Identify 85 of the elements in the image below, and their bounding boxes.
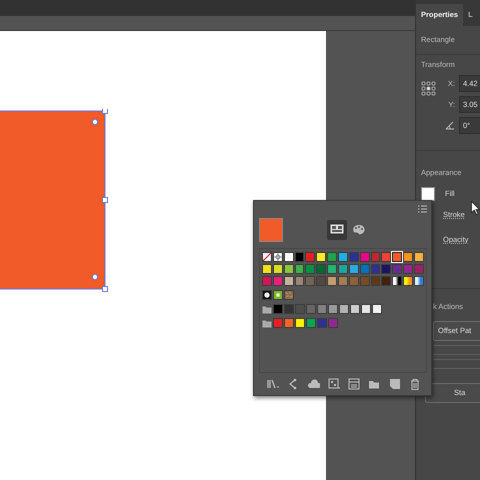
color-swatch[interactable] — [361, 304, 371, 314]
color-swatch[interactable] — [381, 276, 392, 286]
trash-icon[interactable] — [408, 378, 421, 390]
color-swatch[interactable] — [339, 304, 349, 314]
color-swatch[interactable] — [403, 252, 414, 262]
color-swatch[interactable] — [294, 264, 304, 274]
panel-menu-icon[interactable] — [418, 205, 427, 213]
color-swatch[interactable] — [284, 304, 294, 314]
color-swatch[interactable] — [284, 276, 294, 286]
color-swatch[interactable] — [327, 264, 338, 274]
color-swatch[interactable] — [295, 318, 305, 328]
color-swatch[interactable] — [414, 252, 424, 262]
color-swatch[interactable] — [350, 304, 360, 314]
color-swatch[interactable] — [316, 252, 326, 262]
color-swatch[interactable] — [316, 276, 326, 286]
color-swatch[interactable] — [305, 276, 316, 286]
pattern-swatch[interactable] — [284, 290, 294, 300]
color-swatch[interactable] — [317, 304, 327, 314]
pattern-swatch[interactable] — [262, 290, 272, 300]
color-swatch[interactable] — [328, 304, 338, 314]
gradient-swatch[interactable] — [392, 276, 402, 286]
library-icon[interactable] — [267, 378, 279, 390]
selection-handle[interactable] — [102, 286, 108, 292]
color-swatch[interactable] — [381, 252, 392, 262]
color-swatch[interactable] — [348, 252, 359, 262]
grid-icon — [330, 224, 344, 236]
color-swatch[interactable] — [360, 264, 370, 274]
color-swatch[interactable] — [370, 264, 380, 274]
selection-handle[interactable] — [102, 109, 108, 114]
selection-handle[interactable] — [102, 197, 108, 203]
cursor-icon — [471, 201, 480, 215]
color-swatch[interactable] — [403, 264, 414, 274]
color-swatch[interactable] — [262, 276, 272, 286]
color-swatch[interactable] — [284, 264, 294, 274]
pattern-swatch[interactable] — [273, 290, 283, 300]
color-swatch[interactable] — [284, 318, 294, 328]
color-swatch[interactable] — [338, 264, 348, 274]
grid-view-button[interactable] — [327, 220, 347, 240]
color-swatch[interactable] — [284, 252, 294, 262]
color-swatch[interactable] — [328, 318, 338, 328]
color-swatch[interactable] — [306, 318, 316, 328]
reference-point-icon[interactable] — [421, 81, 437, 97]
color-swatch[interactable] — [272, 276, 283, 286]
color-swatch[interactable] — [273, 304, 283, 314]
color-swatch[interactable] — [414, 264, 424, 274]
none-swatch[interactable] — [262, 252, 272, 262]
color-swatch[interactable] — [338, 276, 348, 286]
cloud-icon[interactable] — [308, 378, 320, 390]
color-swatch[interactable] — [348, 264, 359, 274]
corner-radius-handle[interactable] — [92, 274, 98, 280]
color-swatch[interactable] — [392, 252, 402, 262]
color-swatch[interactable] — [392, 264, 402, 274]
color-swatch[interactable] — [272, 264, 283, 274]
color-swatch[interactable] — [348, 276, 359, 286]
registration-swatch[interactable] — [272, 252, 283, 262]
color-swatch[interactable] — [294, 276, 304, 286]
color-swatch[interactable] — [327, 276, 338, 286]
color-swatch[interactable] — [372, 304, 382, 314]
share-icon[interactable] — [287, 378, 300, 390]
color-swatch[interactable] — [338, 252, 348, 262]
color-swatch[interactable] — [305, 252, 316, 262]
color-swatch[interactable] — [317, 318, 327, 328]
new-swatch-icon[interactable] — [388, 378, 401, 390]
gradient-swatch[interactable] — [403, 276, 414, 286]
angle-icon — [445, 121, 455, 130]
color-swatch[interactable] — [306, 304, 316, 314]
color-swatch[interactable] — [381, 264, 392, 274]
color-swatch[interactable] — [327, 252, 338, 262]
color-swatch[interactable] — [273, 318, 283, 328]
swatch-options-icon[interactable] — [328, 378, 340, 390]
color-swatch[interactable] — [370, 276, 380, 286]
folder-icon[interactable] — [368, 378, 380, 390]
color-swatch[interactable] — [370, 252, 380, 262]
color-swatch[interactable] — [305, 264, 316, 274]
palette-icon — [352, 224, 366, 236]
color-swatch[interactable] — [316, 264, 326, 274]
color-swatch[interactable] — [360, 252, 370, 262]
color-swatch[interactable] — [360, 276, 370, 286]
color-group-icon[interactable] — [348, 378, 360, 390]
fill-swatch[interactable] — [421, 186, 435, 200]
corner-radius-handle[interactable] — [92, 118, 98, 126]
fill-swatch[interactable] — [259, 218, 283, 242]
gradient-swatch[interactable] — [414, 276, 424, 286]
color-swatch[interactable] — [262, 264, 272, 274]
color-swatch[interactable] — [294, 252, 304, 262]
